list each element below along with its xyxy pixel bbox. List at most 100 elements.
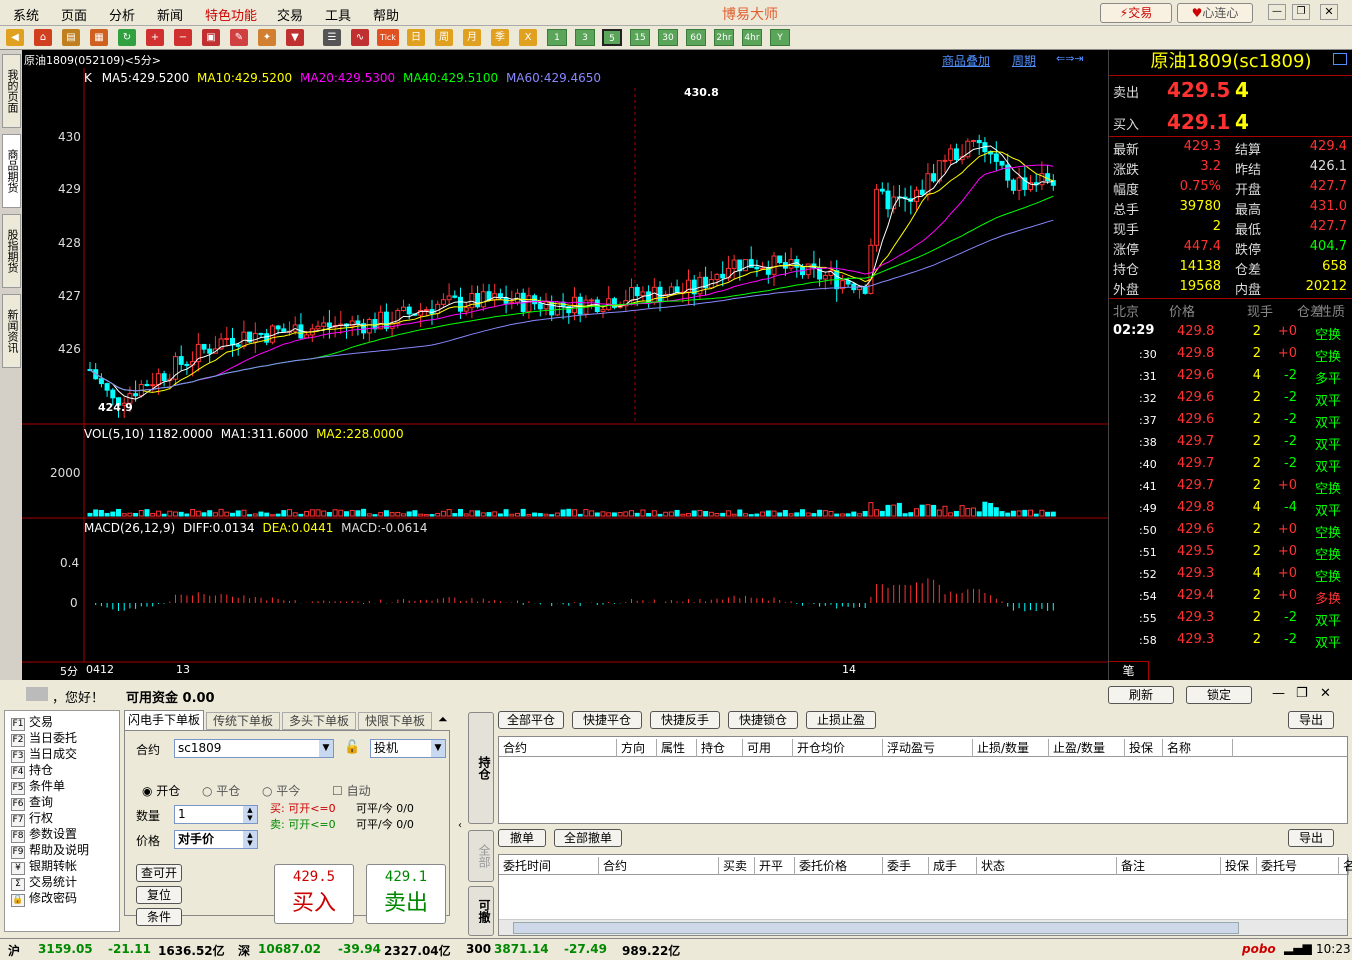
export-orders-button[interactable]: 导出 xyxy=(1288,829,1334,847)
refresh-icon[interactable]: ↻ xyxy=(118,29,136,46)
period-link[interactable]: 周期 xyxy=(1012,52,1036,69)
radio-open[interactable]: ◉ 开仓 xyxy=(142,782,180,799)
orders-col-header[interactable]: 委托价格 xyxy=(795,857,883,875)
position-action-button[interactable]: 快捷反手 xyxy=(650,711,720,729)
period-y-button[interactable]: Y xyxy=(770,29,790,46)
menu-system[interactable]: 系统 xyxy=(13,5,39,24)
position-action-button[interactable]: 止损止盈 xyxy=(806,711,876,729)
radio-close[interactable]: ○ 平仓 xyxy=(202,782,240,799)
panel-close-icon[interactable]: ✕ xyxy=(1320,686,1331,701)
menu-news[interactable]: 新闻 xyxy=(157,5,183,24)
x-button[interactable]: X xyxy=(519,29,537,46)
chart-icon[interactable]: ▦ xyxy=(90,29,108,46)
lianlian-button[interactable]: ♥心连心 xyxy=(1177,3,1253,23)
maximize-button[interactable]: ❐ xyxy=(1292,4,1310,20)
table-icon[interactable]: ☰ xyxy=(323,29,341,46)
back-icon[interactable]: ◀ xyxy=(6,29,24,46)
qty-stepper[interactable]: 1 ▲ ▼ xyxy=(174,805,258,824)
menu-tools[interactable]: 工具 xyxy=(325,5,351,24)
tab-index-futures[interactable]: 股指期货 xyxy=(2,214,21,288)
scrollbar-thumb[interactable] xyxy=(513,922,1239,934)
tab-my-page[interactable]: 我的页面 xyxy=(2,54,21,128)
position-action-button[interactable]: 快捷锁仓 xyxy=(728,711,798,729)
week-button[interactable]: 周 xyxy=(435,29,453,46)
season-button[interactable]: 季 xyxy=(491,29,509,46)
month-button[interactable]: 月 xyxy=(463,29,481,46)
order-action-button[interactable]: 全部撤单 xyxy=(554,829,622,847)
positions-col-header[interactable]: 止损/数量 xyxy=(973,739,1049,757)
tab-limit-order[interactable]: 快限下单板 xyxy=(358,712,432,730)
period-5-button[interactable]: 5 xyxy=(602,29,622,46)
reset-button[interactable]: 复位 xyxy=(136,886,182,904)
tab-long-order[interactable]: 多头下单板 xyxy=(282,712,356,730)
period-2hr-button[interactable]: 2hr xyxy=(714,29,734,46)
orders-col-header[interactable]: 状态 xyxy=(977,857,1117,875)
positions-col-header[interactable]: 名称 xyxy=(1163,739,1233,757)
arrow-nav-icon[interactable]: ⇐⇒⇥ xyxy=(1056,52,1084,65)
orders-col-header[interactable]: 备注 xyxy=(1117,857,1221,875)
book-icon[interactable]: ▤ xyxy=(62,29,80,46)
condition-button[interactable]: 条件 xyxy=(136,908,182,926)
menu-analysis[interactable]: 分析 xyxy=(109,5,135,24)
close-button[interactable]: ✕ xyxy=(1320,4,1338,20)
tab-ticks[interactable]: 笔 xyxy=(1109,661,1149,680)
radio-close-today[interactable]: ○ 平今 xyxy=(262,782,300,799)
collapse-up-icon[interactable]: ⏶ xyxy=(438,712,448,727)
stepper-icon[interactable]: ▲ ▼ xyxy=(243,806,257,823)
orders-col-header[interactable]: 合约 xyxy=(599,857,719,875)
orders-col-header[interactable]: 开平 xyxy=(755,857,795,875)
auto-checkbox[interactable]: ☐ 自动 xyxy=(332,782,371,799)
tab-classic-order[interactable]: 传统下单板 xyxy=(206,712,280,730)
kline-chart-panel[interactable]: 原油1809(052109)<5分> 商品叠加 周期 ⇐⇒⇥ K MA5:429… xyxy=(22,50,1108,680)
overlay-link[interactable]: 商品叠加 xyxy=(942,52,990,69)
minimize-button[interactable]: — xyxy=(1268,4,1286,20)
trade-button[interactable]: ⚡交易 xyxy=(1100,3,1172,23)
draw-icon[interactable]: ✎ xyxy=(230,29,248,46)
period-3-button[interactable]: 3 xyxy=(575,29,595,46)
period-60-button[interactable]: 60 xyxy=(686,29,706,46)
panel-restore-icon[interactable]: ❐ xyxy=(1296,686,1308,701)
positions-col-header[interactable]: 可用 xyxy=(743,739,793,757)
positions-col-header[interactable]: 方向 xyxy=(617,739,657,757)
orders-col-header[interactable]: 委托时间 xyxy=(499,857,599,875)
positions-col-header[interactable]: 属性 xyxy=(657,739,697,757)
side-tab-all[interactable]: 全部 xyxy=(468,830,494,882)
menu-help[interactable]: 帮助 xyxy=(373,5,399,24)
order-action-button[interactable]: 撤单 xyxy=(498,829,546,847)
refresh-button[interactable]: 刷新 xyxy=(1108,686,1174,704)
position-action-button[interactable]: 快捷平仓 xyxy=(572,711,642,729)
contract-select[interactable]: sc1809 ▼ xyxy=(174,739,334,758)
day-button[interactable]: 日 xyxy=(407,29,425,46)
lock-button[interactable]: 锁定 xyxy=(1186,686,1252,704)
orders-col-header[interactable]: 委托号 xyxy=(1257,857,1339,875)
positions-col-header[interactable]: 止盈/数量 xyxy=(1049,739,1125,757)
tab-flash-order[interactable]: 闪电手下单板 xyxy=(124,710,204,730)
export-positions-button[interactable]: 导出 xyxy=(1288,711,1334,729)
buy-button[interactable]: 429.5 买入 xyxy=(274,864,354,924)
trend-icon[interactable]: ∿ xyxy=(351,29,369,46)
home-icon[interactable]: ⌂ xyxy=(34,29,52,46)
tool-icon[interactable]: ✦ xyxy=(258,29,276,46)
positions-col-header[interactable]: 合约 xyxy=(499,739,617,757)
positions-col-header[interactable]: 持仓 xyxy=(697,739,743,757)
stepper-icon[interactable]: ▲ ▼ xyxy=(243,831,257,848)
orders-col-header[interactable]: 买卖 xyxy=(719,857,755,875)
horizontal-scrollbar[interactable] xyxy=(499,919,1347,935)
zoom-in-icon[interactable]: + xyxy=(146,29,164,46)
period-30-button[interactable]: 30 xyxy=(658,29,678,46)
check-available-button[interactable]: 查可开 xyxy=(136,864,182,882)
window-icon[interactable]: ▣ xyxy=(202,29,220,46)
position-action-button[interactable]: 全部平仓 xyxy=(498,711,564,729)
tick-button[interactable]: Tick xyxy=(377,29,399,46)
menu-trade[interactable]: 交易 xyxy=(277,5,303,24)
menu-features[interactable]: 特色功能 xyxy=(205,5,257,24)
tab-commodity-futures[interactable]: 商品期货 xyxy=(2,134,21,208)
tab-news[interactable]: 新闻资讯 xyxy=(2,294,21,368)
orders-col-header[interactable]: 成手 xyxy=(929,857,977,875)
positions-col-header[interactable]: 浮动盈亏 xyxy=(883,739,973,757)
window-icon[interactable] xyxy=(1333,53,1347,65)
positions-col-header[interactable]: 投保 xyxy=(1125,739,1163,757)
positions-col-header[interactable]: 开仓均价 xyxy=(793,739,883,757)
panel-minimize-icon[interactable]: — xyxy=(1272,686,1285,701)
side-tab-cancelable[interactable]: 可撤 xyxy=(468,886,494,936)
